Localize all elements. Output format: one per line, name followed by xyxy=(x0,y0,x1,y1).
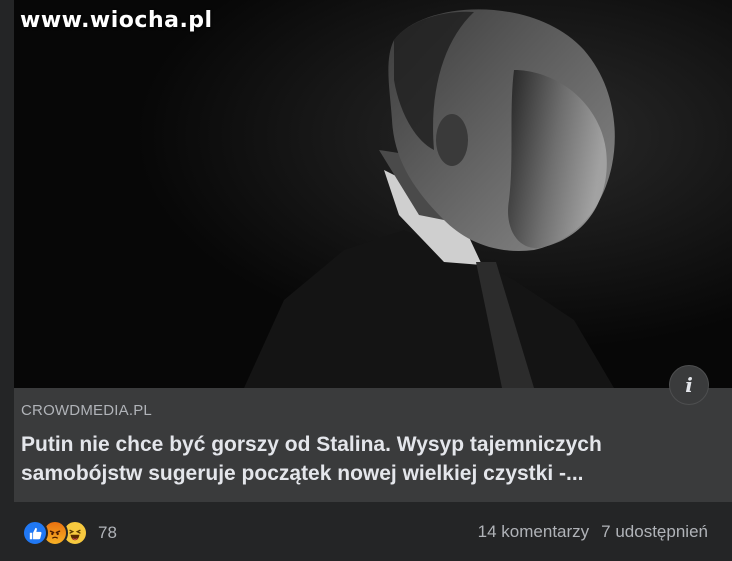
reaction-count: 78 xyxy=(98,523,117,542)
post-stats: 14 komentarzy 7 udostępnień xyxy=(478,522,708,542)
reactions-summary[interactable]: 78 xyxy=(22,520,117,546)
link-source: CROWDMEDIA.PL xyxy=(21,402,152,419)
watermark-text: www.wiocha.pl xyxy=(20,8,213,33)
shares-link[interactable]: 7 udostępnień xyxy=(601,522,708,542)
link-preview[interactable]: CROWDMEDIA.PL Putin nie chce być gorszy … xyxy=(14,388,732,502)
post-footer: 78 14 komentarzy 7 udostępnień xyxy=(0,502,732,561)
info-button[interactable]: i xyxy=(669,365,709,405)
like-icon xyxy=(22,520,48,546)
info-icon: i xyxy=(685,373,693,397)
facebook-post: www.wiocha.pl i CROWDMEDIA.PL Putin nie … xyxy=(0,0,732,561)
post-image[interactable] xyxy=(14,0,732,388)
comments-link[interactable]: 14 komentarzy xyxy=(478,522,590,542)
portrait-photo xyxy=(14,0,732,388)
link-headline[interactable]: Putin nie chce być gorszy od Stalina. Wy… xyxy=(21,430,711,488)
